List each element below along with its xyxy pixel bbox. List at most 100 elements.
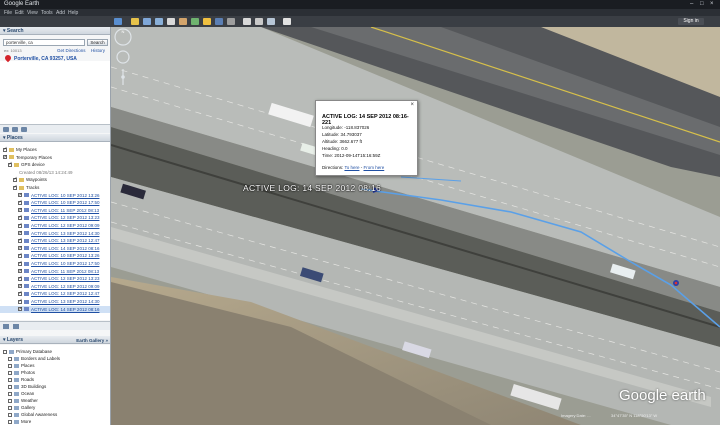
folder-icon[interactable] xyxy=(12,127,18,132)
layer-checkbox[interactable] xyxy=(8,384,12,389)
path-icon[interactable] xyxy=(155,18,163,25)
track-item[interactable]: ACTIVE LOG: 10 SEP 2012 13:26 xyxy=(0,252,110,259)
layer-checkbox[interactable] xyxy=(8,412,12,417)
layer-checkbox[interactable] xyxy=(8,363,12,368)
sign-in-button[interactable]: Sign in xyxy=(678,18,704,25)
layer-checkbox[interactable] xyxy=(8,356,12,361)
places-item[interactable]: Created 08/26/13 14:24:49 xyxy=(0,169,110,176)
track-item[interactable]: ACTIVE LOG: 14 SEP 2012 08:16 xyxy=(0,305,110,313)
visibility-checkbox[interactable] xyxy=(18,275,23,282)
track-item[interactable]: ACTIVE LOG: 11 SEP 2012 08:13 xyxy=(0,207,110,214)
visibility-checkbox[interactable] xyxy=(18,245,23,252)
track-item[interactable]: ACTIVE LOG: 12 SEP 2012 13:23 xyxy=(0,214,110,221)
layer-checkbox[interactable] xyxy=(8,419,12,424)
track-item[interactable]: ACTIVE LOG: 10 SEP 2012 17:50 xyxy=(0,260,110,267)
visibility-checkbox[interactable] xyxy=(18,222,23,229)
layer-item[interactable]: More xyxy=(0,418,110,425)
search-result[interactable]: Porterville, CA 93257, USA xyxy=(14,56,77,62)
layer-checkbox[interactable] xyxy=(8,405,12,410)
layer-checkbox[interactable] xyxy=(3,349,7,354)
layer-checkbox[interactable] xyxy=(8,391,12,396)
layer-view-icon[interactable] xyxy=(3,324,9,329)
remove-icon[interactable] xyxy=(21,127,27,132)
ruler-icon[interactable] xyxy=(227,18,235,25)
visibility-checkbox[interactable] xyxy=(18,290,23,297)
track-item[interactable]: ACTIVE LOG: 10 SEP 2012 17:50 xyxy=(0,199,110,206)
toggle-sidebar-icon[interactable] xyxy=(114,18,122,25)
visibility-checkbox[interactable] xyxy=(18,214,23,221)
track-label[interactable]: ACTIVE LOG: 14 SEP 2012 08:16 xyxy=(243,183,381,193)
track-item[interactable]: ACTIVE LOG: 10 SEP 2012 13:26 xyxy=(0,192,110,199)
add-icon[interactable] xyxy=(3,127,9,132)
layers-panel-header[interactable]: ▾ Layers Earth Gallery » xyxy=(0,336,110,345)
directions-from-here-link[interactable]: From here xyxy=(363,165,384,170)
visibility-checkbox[interactable] xyxy=(18,207,23,214)
layer-toggle-icon[interactable] xyxy=(13,324,19,329)
search-input[interactable]: porterville, ca xyxy=(3,39,85,46)
places-item[interactable]: GPS device xyxy=(0,161,110,168)
search-panel-header[interactable]: ▾ Search xyxy=(0,27,110,35)
track-item[interactable]: ACTIVE LOG: 13 SEP 2012 14:30 xyxy=(0,230,110,237)
get-directions-link[interactable]: Get Directions xyxy=(57,48,86,53)
visibility-checkbox[interactable] xyxy=(18,237,23,244)
sunlight-icon[interactable] xyxy=(203,18,211,25)
track-item[interactable]: ACTIVE LOG: 12 SEP 2012 12:47 xyxy=(0,290,110,297)
places-item[interactable]: Temporary Places xyxy=(0,154,110,161)
places-item[interactable]: Waypoints xyxy=(0,176,110,183)
layer-checkbox[interactable] xyxy=(8,398,12,403)
visibility-checkbox[interactable] xyxy=(8,161,13,168)
layer-checkbox[interactable] xyxy=(8,370,12,375)
layer-item[interactable]: Photos xyxy=(0,369,110,376)
layer-item[interactable]: Primary Database xyxy=(0,348,110,355)
track-item[interactable]: ACTIVE LOG: 13 SEP 2012 14:30 xyxy=(0,298,110,305)
visibility-checkbox[interactable] xyxy=(18,230,23,237)
earth-gallery-button[interactable]: Earth Gallery » xyxy=(76,337,108,345)
track-item[interactable]: ACTIVE LOG: 11 SEP 2012 08:13 xyxy=(0,268,110,275)
tour-icon[interactable] xyxy=(179,18,187,25)
visibility-checkbox[interactable] xyxy=(18,268,23,275)
visibility-checkbox[interactable] xyxy=(18,298,23,305)
directions-to-here-link[interactable]: To here xyxy=(344,165,359,170)
close-balloon-icon[interactable]: × xyxy=(410,102,414,108)
layer-checkbox[interactable] xyxy=(8,377,12,382)
visibility-checkbox[interactable] xyxy=(18,283,23,290)
visibility-checkbox[interactable] xyxy=(18,252,23,259)
maps-icon[interactable] xyxy=(283,18,291,25)
history-imagery-icon[interactable] xyxy=(191,18,199,25)
save-image-icon[interactable] xyxy=(267,18,275,25)
email-icon[interactable] xyxy=(243,18,251,25)
track-item[interactable]: ACTIVE LOG: 13 SEP 2012 12:47 xyxy=(0,237,110,244)
search-button[interactable]: Search xyxy=(87,39,108,46)
navigation-controls[interactable]: N xyxy=(111,27,135,87)
history-link[interactable]: History xyxy=(91,48,105,53)
layer-item[interactable]: Borders and Labels xyxy=(0,355,110,362)
places-item[interactable]: Tracks xyxy=(0,184,110,191)
overlay-icon[interactable] xyxy=(167,18,175,25)
planets-icon[interactable] xyxy=(215,18,223,25)
layer-item[interactable]: 3D Buildings xyxy=(0,383,110,390)
visibility-checkbox[interactable] xyxy=(18,199,23,206)
track-item[interactable]: ACTIVE LOG: 12 SEP 2012 09:09 xyxy=(0,222,110,229)
satellite-imagery[interactable] xyxy=(111,27,720,425)
track-item[interactable]: ACTIVE LOG: 12 SEP 2012 13:23 xyxy=(0,275,110,282)
visibility-checkbox[interactable] xyxy=(13,184,18,191)
layer-item[interactable]: Roads xyxy=(0,376,110,383)
close-icon[interactable]: × xyxy=(710,1,714,7)
layer-item[interactable]: Ocean xyxy=(0,390,110,397)
track-item[interactable]: ACTIVE LOG: 14 SEP 2012 08:16 xyxy=(0,245,110,252)
track-item[interactable]: ACTIVE LOG: 12 SEP 2012 09:09 xyxy=(0,283,110,290)
visibility-checkbox[interactable] xyxy=(18,192,23,199)
visibility-checkbox[interactable] xyxy=(13,176,18,183)
minimize-icon[interactable]: – xyxy=(690,1,693,7)
placemark-icon[interactable] xyxy=(131,18,139,25)
polygon-icon[interactable] xyxy=(143,18,151,25)
maximize-icon[interactable]: □ xyxy=(700,1,704,7)
layer-item[interactable]: Places xyxy=(0,362,110,369)
visibility-checkbox[interactable] xyxy=(3,154,8,161)
places-item[interactable]: My Places xyxy=(0,146,110,153)
layer-item[interactable]: Weather xyxy=(0,397,110,404)
print-icon[interactable] xyxy=(255,18,263,25)
visibility-checkbox[interactable] xyxy=(18,306,23,313)
layer-item[interactable]: Gallery xyxy=(0,404,110,411)
visibility-checkbox[interactable] xyxy=(18,260,23,267)
